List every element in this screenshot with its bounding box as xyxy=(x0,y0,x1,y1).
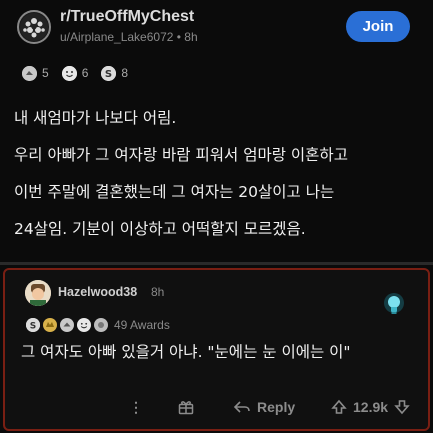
comment-actions: ⋮ Reply 12.9k xyxy=(5,393,428,421)
divider xyxy=(0,262,433,265)
subreddit-name[interactable]: r/TrueOffMyChest xyxy=(60,8,194,26)
helpful-award-icon xyxy=(22,65,37,81)
reply-label: Reply xyxy=(257,399,296,415)
award-count: 8 xyxy=(121,66,129,80)
vote-controls: 12.9k xyxy=(331,393,410,421)
post-header: r/TrueOffMyChest u/Airplane_Lake6072 • 8… xyxy=(0,0,433,56)
silver-award-icon: S xyxy=(26,318,40,332)
post-body: 내 새엄마가 나보다 어림. 우리 아빠가 그 여자랑 바람 피워서 엄마랑 이… xyxy=(14,100,424,248)
comment-text: 그 여자도 아빠 있을거 아냐. "눈에는 눈 이에는 이" xyxy=(21,343,351,361)
post-body-line: 이번 주말에 결혼했는데 그 여자는 20살이고 나는 xyxy=(14,183,335,201)
upvote-icon[interactable] xyxy=(331,399,347,415)
wholesome-award-icon xyxy=(61,65,77,81)
give-award-button[interactable] xyxy=(177,393,195,421)
comment-awards[interactable]: S 49 Awards xyxy=(26,316,170,334)
post-awards[interactable]: 5 6 S 8 xyxy=(22,63,136,83)
awards-count: 49 Awards xyxy=(114,318,170,332)
lightbulb-icon xyxy=(381,292,407,318)
commenter-avatar[interactable] xyxy=(25,280,51,306)
commenter-username[interactable]: Hazelwood38 xyxy=(58,285,137,299)
vote-count: 12.9k xyxy=(353,399,389,415)
helpful-award-icon xyxy=(60,318,74,332)
post-body-line: 24살임. 기분이 이상하고 어떡할지 모르겠음. xyxy=(14,220,306,238)
wholesome-award-icon xyxy=(77,318,91,332)
join-button[interactable]: Join xyxy=(346,11,410,42)
svg-text:S: S xyxy=(105,69,112,80)
silver-award-icon: S xyxy=(101,65,117,81)
reply-icon xyxy=(233,401,250,413)
award-count: 5 xyxy=(42,66,49,80)
svg-text:S: S xyxy=(30,322,36,332)
gold-award-icon xyxy=(43,318,57,332)
subreddit-avatar[interactable] xyxy=(17,10,51,44)
award-icon xyxy=(94,318,108,332)
award-count: 6 xyxy=(81,66,89,80)
downvote-icon[interactable] xyxy=(394,399,410,415)
gift-icon xyxy=(178,401,194,415)
more-options-button[interactable]: ⋮ xyxy=(129,393,143,421)
post-body-line: 우리 아빠가 그 여자랑 바람 피워서 엄마랑 이혼하고 xyxy=(14,146,348,164)
comment: Hazelwood38 8h S 49 Awards 그 여자도 아빠 있을거 … xyxy=(3,268,430,431)
post-author[interactable]: u/Airplane_Lake6072 • 8h xyxy=(60,30,198,44)
comment-time: 8h xyxy=(151,285,165,299)
reply-button[interactable]: Reply xyxy=(233,393,295,421)
post-body-line: 내 새엄마가 나보다 어림. xyxy=(14,109,177,127)
